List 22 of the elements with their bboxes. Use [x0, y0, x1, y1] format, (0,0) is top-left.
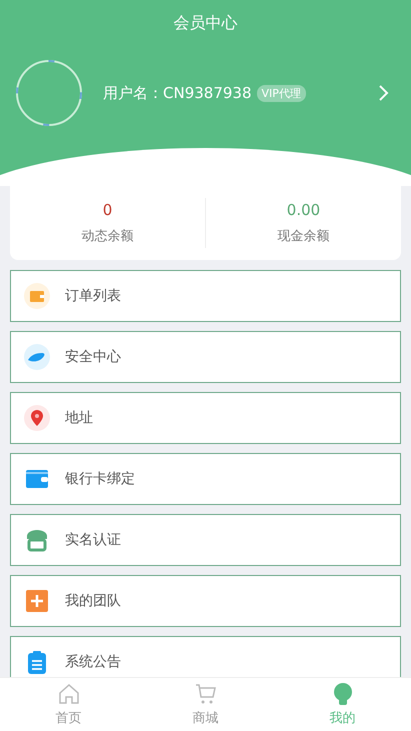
- avatar-icon: [15, 59, 83, 127]
- menu-item[interactable]: 订单列表: [10, 270, 401, 322]
- menu-item[interactable]: 我的团队: [10, 575, 401, 627]
- page-title: 会员中心: [174, 12, 238, 34]
- chevron-right-icon[interactable]: [377, 83, 391, 103]
- menu-item[interactable]: 地址: [10, 392, 401, 444]
- balance-value: 0: [102, 201, 112, 219]
- location-pin-icon: [24, 405, 50, 431]
- menu-item[interactable]: 安全中心: [10, 331, 401, 383]
- balance-label: 动态余额: [82, 228, 134, 245]
- cart-icon: [194, 682, 218, 706]
- plus-icon: [24, 588, 50, 614]
- shop-icon: [24, 527, 50, 553]
- menu-item[interactable]: 系统公告: [10, 636, 401, 677]
- briefcase-icon: [24, 283, 50, 309]
- home-icon: [56, 682, 80, 706]
- balance-label: 现金余额: [278, 228, 330, 245]
- username-text: 用户名：CN9387938: [103, 84, 252, 102]
- balance-value: 0.00: [286, 201, 320, 219]
- menu-item[interactable]: 实名认证: [10, 514, 401, 566]
- menu-item[interactable]: 银行卡绑定: [10, 453, 401, 505]
- vip-badge: VIP代理: [256, 84, 306, 102]
